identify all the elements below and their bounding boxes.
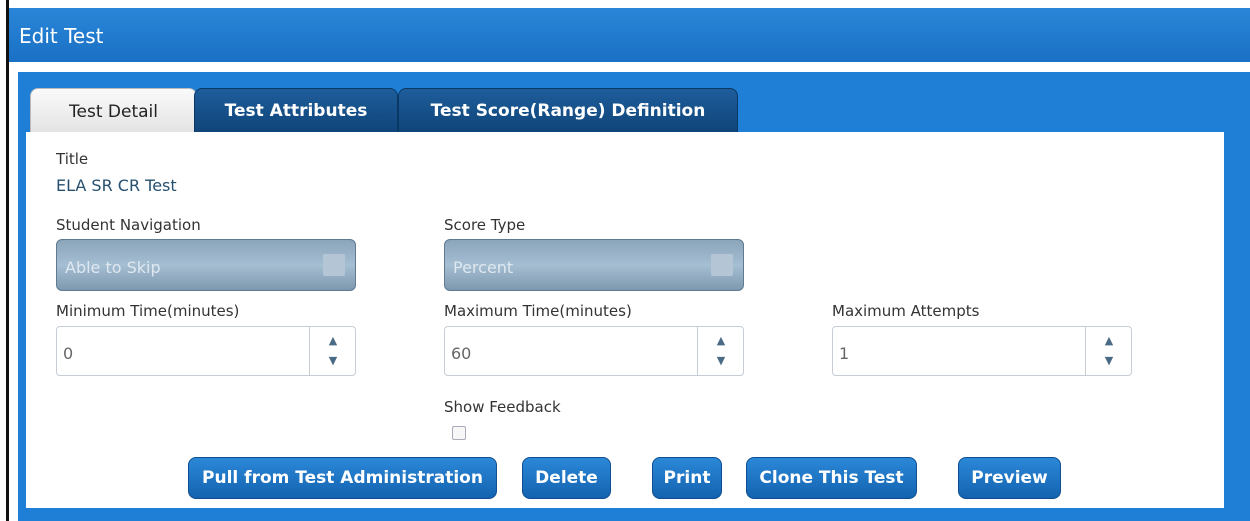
window-title: Edit Test — [19, 24, 104, 48]
tab-test-detail[interactable]: Test Detail — [30, 88, 197, 134]
maximum-attempts-label: Maximum Attempts — [832, 302, 980, 320]
maximum-time-stepper: ▲ ▼ — [697, 327, 743, 375]
maximum-attempts-stepper: ▲ ▼ — [1085, 327, 1131, 375]
window-header: Edit Test — [9, 8, 1250, 62]
minimum-time-stepper: ▲ ▼ — [309, 327, 355, 375]
decrement-icon[interactable]: ▼ — [1086, 349, 1132, 373]
dropdown-handle-icon — [711, 254, 733, 276]
tab-test-score-range-definition[interactable]: Test Score(Range) Definition — [398, 88, 738, 134]
decrement-icon[interactable]: ▼ — [310, 349, 356, 373]
maximum-attempts-spinner: ▲ ▼ — [832, 326, 1132, 376]
student-navigation-value: Able to Skip — [65, 258, 161, 277]
test-detail-content — [26, 132, 1224, 508]
title-label: Title — [56, 150, 89, 168]
maximum-time-label: Maximum Time(minutes) — [444, 302, 632, 320]
maximum-attempts-input[interactable] — [833, 327, 1085, 375]
tab-test-attributes[interactable]: Test Attributes — [194, 88, 398, 134]
window-left-border — [0, 0, 9, 521]
student-navigation-label: Student Navigation — [56, 216, 201, 234]
preview-button[interactable]: Preview — [958, 457, 1061, 499]
show-feedback-label: Show Feedback — [444, 398, 561, 416]
maximum-time-spinner: ▲ ▼ — [444, 326, 744, 376]
title-value: ELA SR CR Test — [56, 176, 177, 195]
show-feedback-checkbox[interactable] — [452, 426, 466, 440]
dropdown-handle-icon — [323, 254, 345, 276]
minimum-time-input[interactable] — [57, 327, 309, 375]
decrement-icon[interactable]: ▼ — [698, 349, 744, 373]
maximum-time-input[interactable] — [445, 327, 697, 375]
minimum-time-label: Minimum Time(minutes) — [56, 302, 240, 320]
score-type-select[interactable]: Percent — [444, 239, 744, 291]
score-type-label: Score Type — [444, 216, 526, 234]
clone-this-test-button[interactable]: Clone This Test — [746, 457, 917, 499]
print-button[interactable]: Print — [652, 457, 722, 499]
pull-from-test-administration-button[interactable]: Pull from Test Administration — [188, 457, 497, 499]
score-type-value: Percent — [453, 258, 514, 277]
delete-button[interactable]: Delete — [522, 457, 611, 499]
minimum-time-spinner: ▲ ▼ — [56, 326, 356, 376]
student-navigation-select[interactable]: Able to Skip — [56, 239, 356, 291]
